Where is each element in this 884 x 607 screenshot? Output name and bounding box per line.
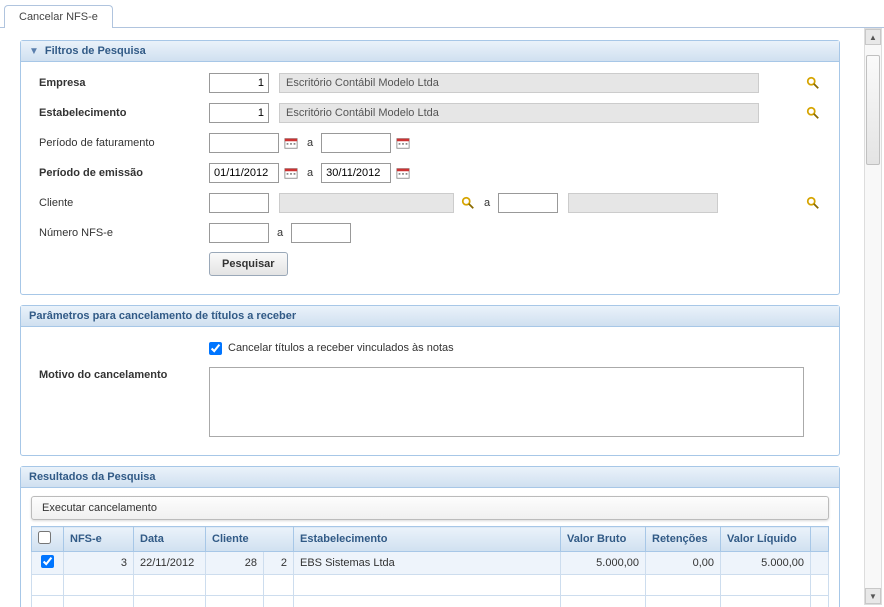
- cliente-de-input[interactable]: [209, 193, 269, 213]
- empresa-id-input[interactable]: [209, 73, 269, 93]
- table-row[interactable]: 322/11/2012282EBS Sistemas Ltda5.000,000…: [32, 552, 829, 575]
- calendar-icon[interactable]: [395, 135, 411, 151]
- col-header-vbruto[interactable]: Valor Bruto: [561, 527, 646, 552]
- panel-parametros: Parâmetros para cancelamento de títulos …: [20, 305, 840, 456]
- cell-ret: 0,00: [646, 552, 721, 575]
- label-periodo-emi: Período de emissão: [39, 167, 209, 179]
- emi-de-input[interactable]: [209, 163, 279, 183]
- panel-filtros: ▼ Filtros de Pesquisa Empresa Escritório…: [20, 40, 840, 295]
- empresa-nome-display: Escritório Contábil Modelo Ltda: [279, 73, 759, 93]
- executar-cancelamento-button[interactable]: Executar cancelamento: [42, 502, 157, 514]
- numero-de-input[interactable]: [209, 223, 269, 243]
- chevron-down-icon: ▼: [29, 46, 39, 57]
- panel-resultados-title: Resultados da Pesquisa: [29, 471, 156, 483]
- results-toolbar: Executar cancelamento: [31, 496, 829, 520]
- motivo-textarea[interactable]: [209, 367, 804, 437]
- sep-a: a: [307, 137, 313, 149]
- col-header-data[interactable]: Data: [134, 527, 206, 552]
- cliente-ate-input[interactable]: [498, 193, 558, 213]
- label-motivo: Motivo do cancelamento: [39, 367, 209, 381]
- lookup-cliente-ate-icon[interactable]: [805, 195, 821, 211]
- scroll-up-button[interactable]: ▲: [865, 29, 881, 45]
- estab-nome-display: Escritório Contábil Modelo Ltda: [279, 103, 759, 123]
- panel-resultados-header[interactable]: Resultados da Pesquisa: [21, 467, 839, 488]
- pesquisar-button[interactable]: Pesquisar: [209, 252, 288, 276]
- col-header-spacer: [811, 527, 829, 552]
- row-checkbox[interactable]: [41, 555, 54, 568]
- vertical-scrollbar[interactable]: ▲ ▼: [864, 28, 882, 605]
- sep-a: a: [484, 197, 490, 209]
- label-estabelecimento: Estabelecimento: [39, 107, 209, 119]
- fat-ate-input[interactable]: [321, 133, 391, 153]
- cell-cliente-id: 28: [206, 552, 264, 575]
- scroll-track[interactable]: [865, 45, 881, 588]
- lookup-cliente-de-icon[interactable]: [460, 195, 476, 211]
- tab-cancelar-nfse[interactable]: Cancelar NFS-e: [4, 5, 113, 28]
- panel-filtros-header[interactable]: ▼ Filtros de Pesquisa: [21, 41, 839, 62]
- numero-ate-input[interactable]: [291, 223, 351, 243]
- table-row[interactable]: [32, 596, 829, 607]
- cell-estab: EBS Sistemas Ltda: [294, 552, 561, 575]
- cell-spacer: [811, 552, 829, 575]
- col-header-ret[interactable]: Retenções: [646, 527, 721, 552]
- label-empresa: Empresa: [39, 77, 209, 89]
- label-cliente: Cliente: [39, 197, 209, 209]
- calendar-icon[interactable]: [283, 135, 299, 151]
- lookup-estab-icon[interactable]: [805, 105, 821, 121]
- col-header-cliente[interactable]: Cliente: [206, 527, 294, 552]
- label-numero: Número NFS-e: [39, 227, 209, 239]
- panel-parametros-title: Parâmetros para cancelamento de títulos …: [29, 310, 296, 322]
- panel-filtros-title: Filtros de Pesquisa: [45, 45, 146, 57]
- tab-label: Cancelar NFS-e: [19, 11, 98, 23]
- col-header-estab[interactable]: Estabelecimento: [294, 527, 561, 552]
- estab-id-input[interactable]: [209, 103, 269, 123]
- cell-vliq: 5.000,00: [721, 552, 811, 575]
- select-all-checkbox[interactable]: [38, 531, 51, 544]
- calendar-icon[interactable]: [395, 165, 411, 181]
- cancelar-titulos-checkbox[interactable]: [209, 342, 222, 355]
- col-header-vliq[interactable]: Valor Líquido: [721, 527, 811, 552]
- label-periodo-fat: Período de faturamento: [39, 137, 209, 149]
- col-header-nfse[interactable]: NFS-e: [64, 527, 134, 552]
- cliente-ate-nome-display: [568, 193, 718, 213]
- cancelar-titulos-label: Cancelar títulos a receber vinculados às…: [228, 342, 454, 354]
- scroll-down-button[interactable]: ▼: [865, 588, 881, 604]
- table-row[interactable]: [32, 575, 829, 596]
- cliente-de-nome-display: [279, 193, 454, 213]
- sep-a: a: [307, 167, 313, 179]
- col-header-check: [32, 527, 64, 552]
- results-grid: NFS-e Data Cliente Estabelecimento Valor…: [31, 526, 829, 607]
- fat-de-input[interactable]: [209, 133, 279, 153]
- panel-parametros-header[interactable]: Parâmetros para cancelamento de títulos …: [21, 306, 839, 327]
- lookup-empresa-icon[interactable]: [805, 75, 821, 91]
- cell-nfse: 3: [64, 552, 134, 575]
- cell-data: 22/11/2012: [134, 552, 206, 575]
- cell-cliente-sub: 2: [264, 552, 294, 575]
- calendar-icon[interactable]: [283, 165, 299, 181]
- sep-a: a: [277, 227, 283, 239]
- panel-resultados: Resultados da Pesquisa Executar cancelam…: [20, 466, 840, 607]
- cell-vbruto: 5.000,00: [561, 552, 646, 575]
- scroll-thumb[interactable]: [866, 55, 880, 165]
- emi-ate-input[interactable]: [321, 163, 391, 183]
